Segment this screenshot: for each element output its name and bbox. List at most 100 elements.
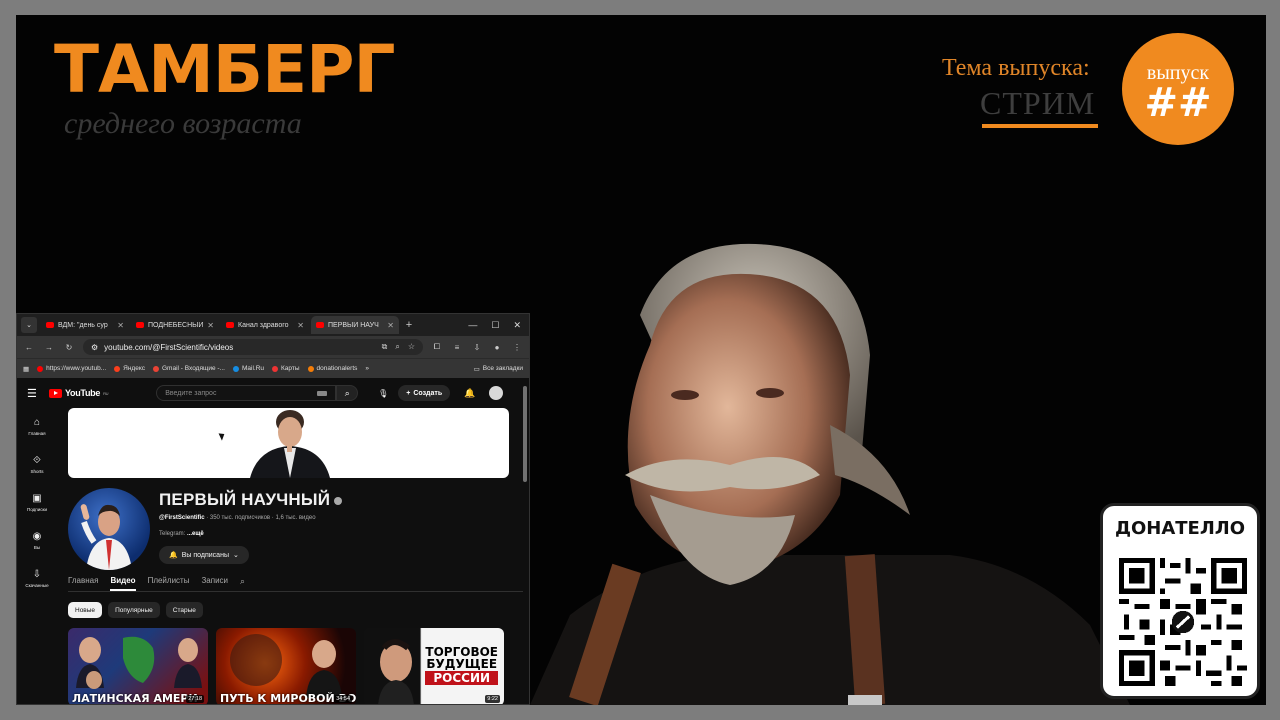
video-thumbnail[interactable]: ПУТЬ К МИРОВОЙ ВОЙ 34:54 bbox=[216, 628, 356, 704]
video-frame: ТАМБЕРГ среднего возраста Тема выпуска: … bbox=[16, 15, 1266, 705]
search-icon[interactable]: ⌕ bbox=[336, 385, 359, 401]
bookmark-star-icon[interactable]: ☆ bbox=[408, 342, 415, 352]
bookmark-item[interactable]: Карты bbox=[272, 365, 300, 372]
search-input[interactable]: Введите запрос bbox=[156, 385, 337, 401]
bookmark-label: https://www.youtub... bbox=[46, 365, 107, 372]
create-button[interactable]: + Создать bbox=[398, 385, 451, 401]
channel-avatar[interactable] bbox=[68, 488, 150, 570]
back-icon[interactable]: ← bbox=[23, 343, 35, 352]
forward-icon[interactable]: → bbox=[43, 343, 55, 352]
profile-icon[interactable]: ● bbox=[491, 343, 503, 352]
youtube-favicon-icon bbox=[136, 322, 144, 328]
close-tab-icon[interactable]: ✕ bbox=[117, 321, 124, 330]
notifications-bell-icon[interactable]: 🔔 bbox=[464, 388, 475, 399]
sidebar-item-downloads[interactable]: ⇩ Скачанные bbox=[17, 560, 57, 598]
sidebar-item-you[interactable]: ◉ Вы bbox=[17, 522, 57, 560]
channel-avatar-portrait bbox=[80, 504, 132, 570]
download-icon[interactable]: ⇩ bbox=[471, 343, 483, 352]
chip-popular[interactable]: Популярные bbox=[108, 602, 160, 618]
bookmark-item[interactable]: Mail.Ru bbox=[232, 365, 264, 372]
channel-search-icon[interactable]: ⌕ bbox=[240, 574, 245, 591]
close-window-icon[interactable]: ✕ bbox=[513, 320, 521, 331]
channel-tabs: Главная Видео Плейлисты Записи ⌕ bbox=[68, 574, 523, 592]
window-controls: — ☐ ✕ bbox=[468, 320, 529, 331]
video-title: ТОРГОВОЕ БУДУЩЕЕ РОССИИ bbox=[425, 646, 498, 685]
install-icon[interactable]: ⧉ bbox=[382, 342, 388, 352]
sidebar-item-subscriptions[interactable]: ▣ Подписки bbox=[17, 484, 57, 522]
tab-label: ВДМ: "день сур bbox=[58, 321, 108, 329]
browser-window[interactable]: ⌄ ВДМ: "день сур ✕ ПОДНЕБЕСНЫЙ ✕ Канал з… bbox=[16, 313, 530, 705]
channel-name-text: ПЕРВЫЙ НАУЧНЫЙ bbox=[159, 490, 331, 509]
all-bookmarks[interactable]: ▭ Все закладки bbox=[474, 365, 523, 373]
youtube-favicon-icon bbox=[316, 322, 324, 328]
media-icon[interactable]: ≡ bbox=[451, 343, 463, 352]
close-tab-icon[interactable]: ✕ bbox=[387, 321, 394, 330]
more-bookmarks-icon[interactable]: » bbox=[365, 365, 369, 372]
qr-code[interactable] bbox=[1119, 558, 1247, 686]
chip-oldest[interactable]: Старые bbox=[165, 602, 203, 618]
microphone-icon[interactable]: 🎙 bbox=[376, 386, 390, 400]
new-tab-icon[interactable]: + bbox=[401, 319, 417, 331]
issue-number: ## bbox=[1144, 80, 1212, 126]
channel-meta: @FirstScientific · 350 тыс. подписчиков … bbox=[159, 515, 316, 521]
extensions-icon[interactable]: ⧠ bbox=[431, 342, 443, 352]
donate-title: ДОНАТЕЛЛО bbox=[1114, 518, 1246, 539]
topic-label: Тема выпуска: bbox=[942, 55, 1090, 81]
bookmark-item[interactable]: https://www.youtub... bbox=[37, 365, 106, 372]
video-duration: 27:18 bbox=[186, 695, 204, 703]
apps-icon[interactable]: ▦ bbox=[23, 365, 29, 373]
menu-hamburger-icon[interactable]: ☰ bbox=[27, 387, 41, 400]
browser-tab[interactable]: Канал здравого ✕ bbox=[221, 316, 309, 334]
video-title: ЛАТИНСКАЯ АМЕРИ bbox=[72, 692, 198, 705]
youtube-play-icon bbox=[49, 388, 62, 398]
minimize-icon[interactable]: — bbox=[468, 320, 477, 331]
sidebar-item-shorts[interactable]: ⟐ Shorts bbox=[17, 446, 57, 484]
tab-posts[interactable]: Записи bbox=[201, 574, 228, 591]
telegram-prefix: Telegram: bbox=[159, 531, 186, 537]
browser-toolbar: ← → ↻ ⚙ youtube.com/@FirstScientific/vid… bbox=[17, 336, 529, 358]
tab-search-button[interactable]: ⌄ bbox=[21, 317, 37, 333]
search-placeholder: Введите запрос bbox=[165, 389, 217, 397]
subscribed-button[interactable]: 🔔 Вы подписаны ⌄ bbox=[159, 546, 249, 564]
sidebar-item-home[interactable]: ⌂ Главная bbox=[17, 408, 57, 446]
maximize-icon[interactable]: ☐ bbox=[491, 320, 499, 331]
tab-playlists[interactable]: Плейлисты bbox=[148, 574, 190, 591]
maps-icon bbox=[272, 365, 279, 372]
video-duration: 9:22 bbox=[485, 695, 500, 703]
browser-tab-active[interactable]: ПЕРВЫЙ НАУЧ ✕ bbox=[311, 316, 399, 334]
channel-stats: · 350 тыс. подписчиков · 1,6 тыс. видео bbox=[206, 515, 316, 521]
more-link[interactable]: ...ещё bbox=[187, 531, 204, 537]
donate-qr-card[interactable]: ДОНАТЕЛЛО bbox=[1100, 503, 1260, 699]
keyboard-icon[interactable] bbox=[317, 390, 328, 396]
youtube-logo[interactable]: YouTube RU bbox=[49, 388, 109, 398]
video-thumbnail[interactable]: ЛАТИНСКАЯ АМЕРИ 27:18 bbox=[68, 628, 208, 705]
channel-name: ПЕРВЫЙ НАУЧНЫЙ bbox=[159, 490, 343, 510]
brand-subtitle: среднего возраста bbox=[64, 107, 302, 140]
account-avatar[interactable] bbox=[489, 386, 504, 400]
browser-tab[interactable]: ВДМ: "день сур ✕ bbox=[41, 316, 129, 334]
bookmark-item[interactable]: Яндекс bbox=[114, 365, 145, 372]
bookmark-item[interactable]: Gmail - Входящие -... bbox=[153, 365, 225, 372]
browser-tab[interactable]: ПОДНЕБЕСНЫЙ ✕ bbox=[131, 316, 219, 334]
sidebar-label: Скачанные bbox=[25, 583, 49, 588]
tab-home[interactable]: Главная bbox=[68, 574, 98, 591]
scrollbar-thumb[interactable] bbox=[523, 386, 527, 482]
subscriptions-icon: ▣ bbox=[32, 493, 42, 504]
close-tab-icon[interactable]: ✕ bbox=[297, 321, 304, 330]
channel-description[interactable]: Telegram: ...ещё bbox=[159, 531, 204, 537]
menu-icon[interactable]: ⋮ bbox=[511, 343, 523, 352]
bookmark-label: Gmail - Входящие -... bbox=[162, 365, 225, 372]
gmail-icon bbox=[153, 365, 159, 372]
tab-videos[interactable]: Видео bbox=[110, 574, 136, 591]
address-bar[interactable]: ⚙ youtube.com/@FirstScientific/videos ⧉ … bbox=[83, 339, 423, 355]
video-thumbnail[interactable]: ТОРГОВОЕ БУДУЩЕЕ РОССИИ 9:22 bbox=[364, 628, 504, 704]
site-info-icon[interactable]: ⚙ bbox=[91, 343, 98, 352]
close-tab-icon[interactable]: ✕ bbox=[207, 321, 214, 330]
reload-icon[interactable]: ↻ bbox=[63, 343, 75, 352]
chip-newest[interactable]: Новые bbox=[68, 602, 103, 618]
bookmark-item[interactable]: donationalerts bbox=[307, 365, 358, 372]
zoom-icon[interactable]: ⌕ bbox=[395, 342, 399, 352]
shorts-icon: ⟐ bbox=[33, 455, 41, 466]
bookmark-label: donationalerts bbox=[316, 365, 358, 372]
sidebar-label: Вы bbox=[33, 545, 41, 550]
